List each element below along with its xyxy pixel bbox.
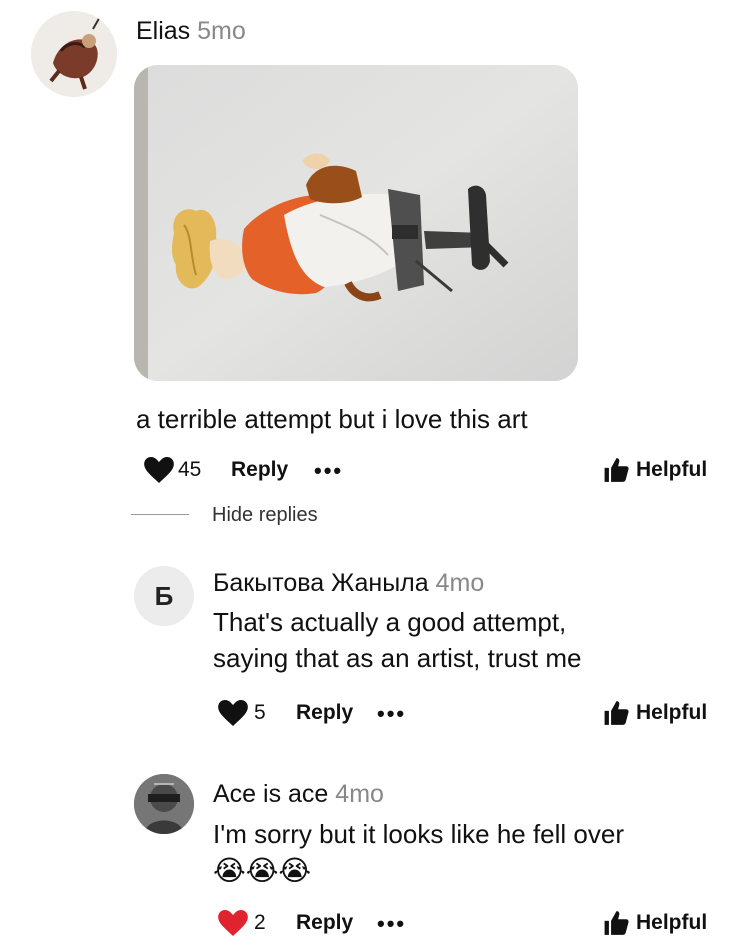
reply-reply-button[interactable]: Reply [296, 911, 353, 935]
reply-header: Ace is ace 4mo [213, 780, 384, 809]
reply-time: 4mo [435, 569, 485, 597]
helpful-label: Helpful [636, 701, 708, 724]
reply-text: I'm sorry but it looks like he fell over… [213, 816, 624, 890]
heart-icon [218, 700, 248, 726]
reply-helpful-button[interactable]: Helpful [603, 910, 707, 936]
reply-avatar[interactable]: Б [134, 566, 194, 626]
drawing-photo [134, 65, 578, 381]
thumbs-up-icon [604, 911, 629, 935]
heart-icon [144, 457, 174, 483]
like-count: 5 [254, 701, 266, 724]
reply-reply-button[interactable]: Reply [296, 701, 353, 725]
helpful-button[interactable]: Helpful [603, 457, 707, 483]
reply-helpful-button[interactable]: Helpful [603, 700, 707, 726]
like-count: 2 [254, 911, 266, 934]
reply-button[interactable]: Reply [231, 458, 288, 482]
reply-avatar[interactable] [134, 774, 194, 834]
crying-emoji: 😭😭😭 [213, 855, 312, 886]
thumbs-up-icon [604, 458, 629, 482]
reply-author-name[interactable]: Ace is ace [213, 780, 328, 808]
reply-more-options-button[interactable]: ••• [377, 911, 406, 937]
helpful-label: Helpful [636, 458, 708, 481]
helpful-label: Helpful [636, 911, 708, 934]
like-button[interactable]: 45 [144, 457, 201, 483]
reply-text-line: saying that as an artist, trust me [213, 643, 582, 673]
reply-header: Бакытова Жаныла 4mo [213, 569, 484, 598]
reply-like-button[interactable]: 5 [218, 700, 266, 726]
reply-time: 4mo [335, 780, 384, 808]
reply-like-button[interactable]: 2 [218, 910, 266, 936]
more-options-button[interactable]: ••• [314, 458, 343, 484]
comment-header: Elias 5mo [136, 17, 246, 46]
avatar-photo-icon [134, 774, 194, 834]
reply-text-line: I'm sorry but it looks like he fell over [213, 819, 624, 849]
reply-text-line: That's actually a good attempt, [213, 607, 567, 637]
thumbs-up-icon [604, 701, 629, 725]
author-avatar[interactable] [31, 11, 117, 97]
thread-divider [131, 514, 189, 515]
reply-more-options-button[interactable]: ••• [377, 701, 406, 727]
attached-image[interactable] [134, 65, 578, 381]
reply-text: That's actually a good attempt, saying t… [213, 604, 582, 676]
avatar-illustration-icon [31, 11, 117, 97]
heart-icon [218, 910, 248, 936]
reply-author-name[interactable]: Бакытова Жаныла [213, 569, 429, 597]
hide-replies-button[interactable]: Hide replies [212, 504, 318, 527]
comment-time: 5mo [197, 17, 246, 45]
avatar-initial: Б [154, 580, 174, 611]
author-name[interactable]: Elias [136, 17, 190, 45]
like-count: 45 [178, 458, 202, 481]
comment-text: a terrible attempt but i love this art [136, 404, 528, 434]
